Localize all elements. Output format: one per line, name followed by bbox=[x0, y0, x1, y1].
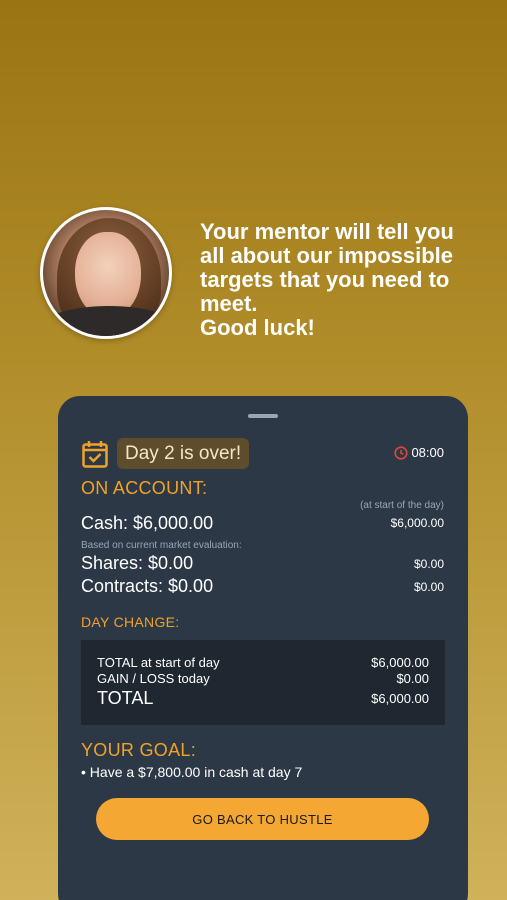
evaluation-note: Based on current market evaluation: bbox=[81, 540, 242, 551]
table-row: TOTAL $6,000.00 bbox=[97, 688, 429, 709]
row-label: TOTAL bbox=[97, 688, 154, 708]
contracts-label: Contracts: $0.00 bbox=[81, 576, 214, 596]
start-of-day-note: (at start of the day) bbox=[360, 500, 444, 511]
day-summary-card[interactable]: Day 2 is over! 08:00 ON ACCOUNT: (at sta… bbox=[58, 396, 468, 900]
contracts-start-value: $0.00 bbox=[413, 580, 444, 594]
row-value: $0.00 bbox=[396, 671, 429, 686]
day-over-badge: Day 2 is over! bbox=[117, 438, 250, 469]
row-label: TOTAL at start of day bbox=[97, 655, 220, 670]
day-change-title: DAY CHANGE: bbox=[81, 614, 180, 630]
cash-start-value: $6,000.00 bbox=[390, 516, 444, 530]
calendar-check-icon bbox=[82, 441, 108, 468]
avatar-shoulders bbox=[43, 306, 169, 336]
clock-icon bbox=[394, 445, 409, 460]
table-row: TOTAL at start of day $6,000.00 bbox=[97, 655, 429, 670]
row-value: $6,000.00 bbox=[371, 655, 429, 670]
cash-label: Cash: $6,000.00 bbox=[81, 513, 214, 533]
shares-label: Shares: $0.00 bbox=[81, 553, 194, 573]
row-value: $6,000.00 bbox=[371, 691, 429, 706]
day-change-table: TOTAL at start of day $6,000.00 GAIN / L… bbox=[81, 640, 445, 725]
mentor-message: Your mentor will tell you all about our … bbox=[200, 219, 454, 340]
goal-item: • Have a $7,800.00 in cash at day 7 bbox=[81, 764, 303, 780]
timer: 08:00 bbox=[394, 445, 444, 460]
drag-handle[interactable] bbox=[248, 414, 278, 418]
shares-start-value: $0.00 bbox=[413, 557, 444, 571]
go-back-to-hustle-button[interactable]: GO BACK TO HUSTLE bbox=[96, 798, 429, 840]
mentor-avatar bbox=[40, 207, 172, 339]
table-row: GAIN / LOSS today $0.00 bbox=[97, 671, 429, 686]
timer-value: 08:00 bbox=[411, 445, 444, 460]
row-label: GAIN / LOSS today bbox=[97, 671, 210, 686]
goal-title: YOUR GOAL: bbox=[81, 740, 197, 760]
on-account-title: ON ACCOUNT: bbox=[81, 478, 208, 498]
